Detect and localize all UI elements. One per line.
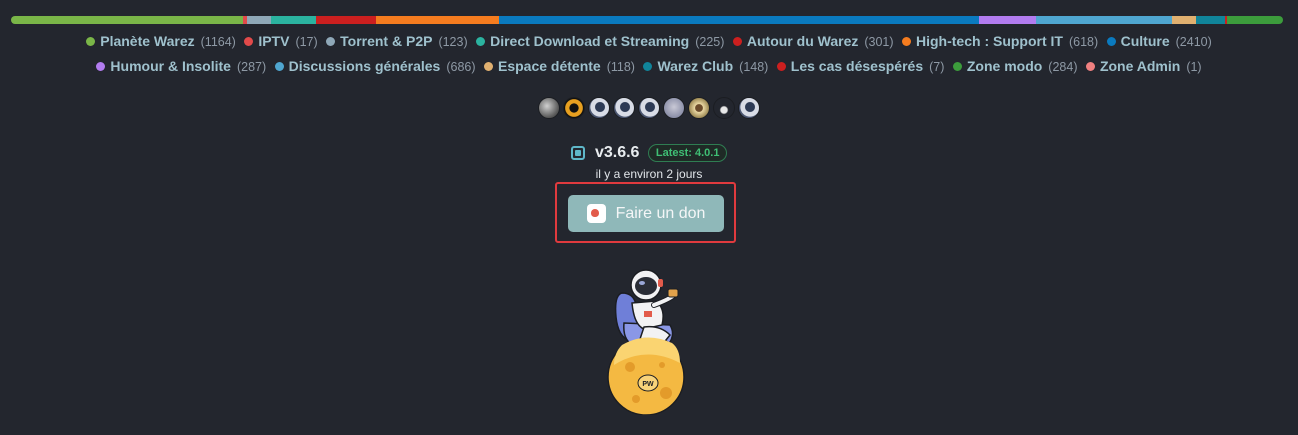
bar-segment-warez-club bbox=[1196, 16, 1225, 24]
category-dot-icon bbox=[952, 62, 962, 71]
category-dot-icon bbox=[776, 62, 786, 71]
category-link-torrent-p2p[interactable]: Torrent & P2P (123) bbox=[326, 32, 468, 51]
avatar[interactable] bbox=[738, 97, 760, 119]
category-distribution-bar bbox=[11, 16, 1283, 24]
category-list-row2: Humour & Insolite (287) Discussions génér… bbox=[0, 57, 1298, 76]
online-users-avatars bbox=[0, 97, 1298, 119]
category-link-espace-detente[interactable]: Espace détente (118) bbox=[484, 57, 635, 76]
donate-button-label: Faire un don bbox=[615, 204, 706, 222]
avatar[interactable] bbox=[613, 97, 635, 119]
category-dot-icon bbox=[96, 62, 106, 71]
bar-segment-ddl bbox=[271, 16, 316, 24]
category-link-zone-modo[interactable]: Zone modo (284) bbox=[952, 57, 1077, 76]
category-link-culture[interactable]: Culture (2410) bbox=[1106, 32, 1212, 51]
bar-segment-discussions bbox=[1036, 16, 1172, 24]
category-dot-icon bbox=[476, 37, 486, 46]
bar-segment-autour bbox=[316, 16, 376, 24]
category-dot-icon bbox=[86, 37, 96, 46]
coffee-cup-icon bbox=[586, 204, 606, 223]
avatar[interactable] bbox=[713, 97, 735, 119]
donate-button[interactable]: Faire un don bbox=[568, 195, 724, 232]
category-dot-icon bbox=[1106, 37, 1116, 46]
category-link-direct-download[interactable]: Direct Download et Streaming (225) bbox=[476, 32, 724, 51]
category-list-row1: Planète Warez (1164) IPTV (17) Torrent & P… bbox=[0, 32, 1298, 51]
astronaut-on-moon-illustration: PW bbox=[607, 269, 685, 415]
category-link-humour[interactable]: Humour & Insolite (287) bbox=[96, 57, 266, 76]
category-link-iptv[interactable]: IPTV (17) bbox=[244, 32, 318, 51]
bar-segment-humour bbox=[979, 16, 1036, 24]
category-dot-icon bbox=[732, 37, 742, 46]
bar-segment-hightech bbox=[376, 16, 499, 24]
category-dot-icon bbox=[274, 62, 284, 71]
version-info: v3.6.6 Latest: 4.0.1 bbox=[0, 144, 1298, 162]
bar-segment-torrent bbox=[247, 16, 271, 24]
moon-badge-text: PW bbox=[642, 381, 654, 388]
category-link-high-tech[interactable]: High-tech : Support IT (618) bbox=[902, 32, 1098, 51]
version-updated-ago: il y a environ 2 jours bbox=[595, 167, 703, 181]
category-dot-icon bbox=[902, 37, 911, 46]
avatar[interactable] bbox=[638, 97, 660, 119]
category-dot-icon bbox=[643, 62, 653, 71]
category-link-autour-du-warez[interactable]: Autour du Warez (301) bbox=[732, 32, 894, 51]
bar-segment-detente bbox=[1172, 16, 1196, 24]
bar-segment-zone-modo bbox=[1227, 16, 1283, 24]
bar-segment-planete-warez bbox=[11, 16, 243, 24]
category-link-discussions[interactable]: Discussions générales (686) bbox=[274, 57, 476, 76]
avatar[interactable] bbox=[563, 97, 585, 119]
current-version: v3.6.6 bbox=[594, 144, 640, 161]
category-dot-icon bbox=[1085, 62, 1095, 71]
category-dot-icon bbox=[244, 37, 254, 46]
category-dot-icon bbox=[326, 37, 336, 46]
category-link-planete-warez[interactable]: Planète Warez (1164) bbox=[86, 32, 236, 51]
avatar[interactable] bbox=[538, 97, 560, 119]
category-link-warez-club[interactable]: Warez Club (148) bbox=[643, 57, 768, 76]
category-link-zone-admin[interactable]: Zone Admin (1) bbox=[1085, 57, 1202, 76]
category-link-cas-desesperes[interactable]: Les cas désespérés (7) bbox=[776, 57, 944, 76]
avatar[interactable] bbox=[663, 97, 685, 119]
cpu-chip-icon bbox=[570, 146, 585, 161]
avatar[interactable] bbox=[588, 97, 610, 119]
bar-segment-culture bbox=[499, 16, 979, 24]
avatar[interactable] bbox=[688, 97, 710, 119]
category-dot-icon bbox=[484, 62, 493, 71]
latest-version-badge[interactable]: Latest: 4.0.1 bbox=[647, 144, 728, 162]
